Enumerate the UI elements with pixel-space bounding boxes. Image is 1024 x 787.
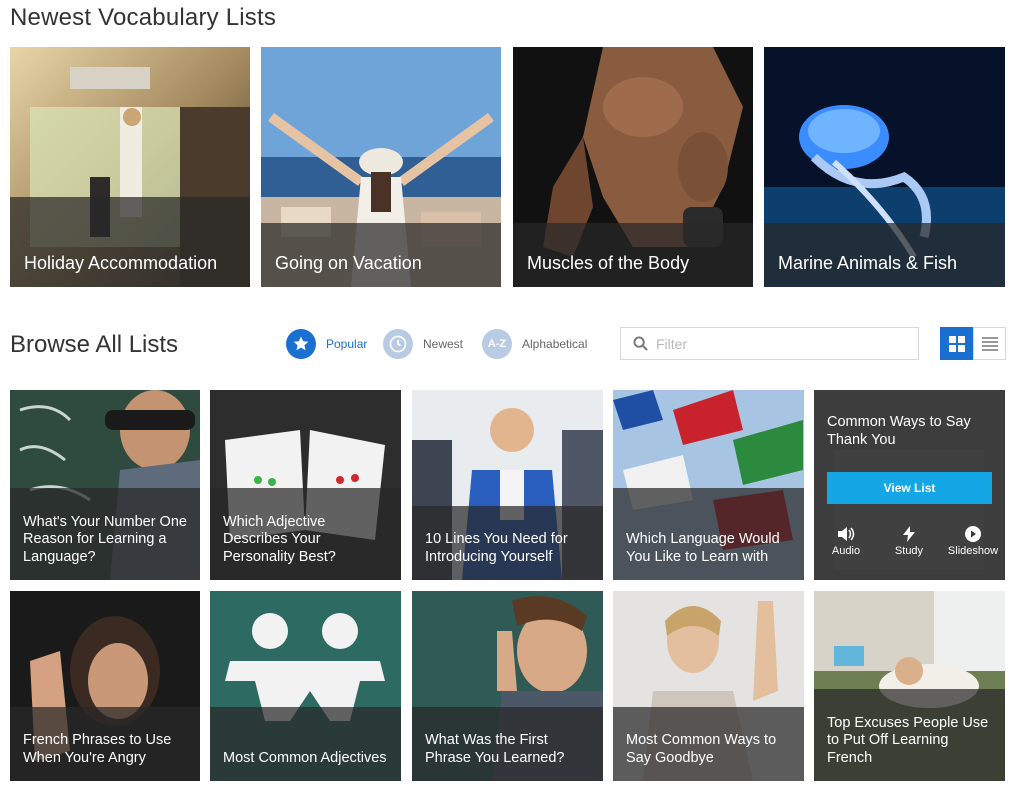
list-card[interactable]: French Phrases to Use When You're Angry bbox=[10, 591, 200, 781]
card-title: Most Common Ways to Say Goodbye bbox=[613, 707, 804, 781]
view-list-button[interactable]: View List bbox=[827, 472, 992, 504]
filter-box bbox=[620, 327, 919, 360]
list-card[interactable]: Most Common Adjectives bbox=[210, 591, 401, 781]
card-title: Marine Animals & Fish bbox=[764, 223, 1005, 287]
slideshow-label: Slideshow bbox=[947, 545, 999, 557]
study-label: Study bbox=[894, 545, 924, 557]
list-icon bbox=[981, 336, 998, 351]
speaker-icon bbox=[838, 527, 855, 541]
sort-popular-label: Popular bbox=[326, 337, 368, 351]
slideshow-action[interactable]: Slideshow bbox=[945, 526, 1001, 557]
filter-input[interactable] bbox=[654, 334, 908, 353]
list-card-hovered[interactable]: Common Ways to Say Thank You View List A… bbox=[814, 390, 1005, 580]
a-z-icon: A-Z bbox=[482, 329, 512, 359]
play-icon bbox=[965, 526, 981, 542]
list-card[interactable]: Which Adjective Describes Your Personali… bbox=[210, 390, 401, 580]
list-card[interactable]: 10 Lines You Need for Introducing Yourse… bbox=[412, 390, 603, 580]
newest-card-going-on-vacation[interactable]: Going on Vacation bbox=[261, 47, 501, 287]
newest-card-marine-animals-fish[interactable]: Marine Animals & Fish bbox=[764, 47, 1005, 287]
card-title: 10 Lines You Need for Introducing Yourse… bbox=[412, 506, 603, 580]
newest-card-muscles-of-the-body[interactable]: Muscles of the Body bbox=[513, 47, 753, 287]
audio-action[interactable]: Audio bbox=[826, 526, 866, 557]
card-title: What's Your Number One Reason for Learni… bbox=[10, 488, 200, 580]
study-action[interactable]: Study bbox=[889, 526, 929, 557]
card-title: Muscles of the Body bbox=[513, 223, 753, 287]
newest-lists-heading: Newest Vocabulary Lists bbox=[10, 4, 277, 31]
browse-all-lists-heading: Browse All Lists bbox=[10, 331, 179, 358]
lightning-icon bbox=[903, 526, 915, 542]
sort-alphabetical-label: Alphabetical bbox=[522, 337, 588, 351]
sort-popular[interactable]: Popular bbox=[286, 329, 367, 359]
card-title: Which Language Would You Like to Learn w… bbox=[613, 488, 804, 580]
sort-alphabetical[interactable]: A-Z Alphabetical bbox=[482, 329, 587, 359]
list-card[interactable]: Most Common Ways to Say Goodbye bbox=[613, 591, 804, 781]
list-card[interactable]: What's Your Number One Reason for Learni… bbox=[10, 390, 200, 580]
card-title: Going on Vacation bbox=[261, 223, 501, 287]
list-card[interactable]: What Was the First Phrase You Learned? bbox=[412, 591, 603, 781]
star-icon bbox=[286, 329, 316, 359]
card-title: French Phrases to Use When You're Angry bbox=[10, 707, 200, 781]
card-title: Which Adjective Describes Your Personali… bbox=[210, 488, 401, 580]
audio-label: Audio bbox=[831, 545, 861, 557]
sort-newest-label: Newest bbox=[423, 337, 464, 351]
grid-icon bbox=[948, 335, 965, 352]
card-title: Most Common Adjectives bbox=[210, 707, 401, 781]
card-title: Common Ways to Say Thank You bbox=[827, 414, 971, 448]
card-title: What Was the First Phrase You Learned? bbox=[412, 707, 603, 781]
card-title: Top Excuses People Use to Put Off Learni… bbox=[814, 689, 1005, 781]
sort-newest[interactable]: Newest bbox=[383, 329, 463, 359]
list-view-button[interactable] bbox=[973, 327, 1006, 360]
search-icon bbox=[633, 336, 648, 351]
list-card[interactable]: Which Language Would You Like to Learn w… bbox=[613, 390, 804, 580]
list-card[interactable]: Top Excuses People Use to Put Off Learni… bbox=[814, 591, 1005, 781]
grid-view-button[interactable] bbox=[940, 327, 973, 360]
newest-card-holiday-accommodation[interactable]: Holiday Accommodation bbox=[10, 47, 250, 287]
clock-icon bbox=[383, 329, 413, 359]
card-title: Holiday Accommodation bbox=[10, 197, 250, 287]
